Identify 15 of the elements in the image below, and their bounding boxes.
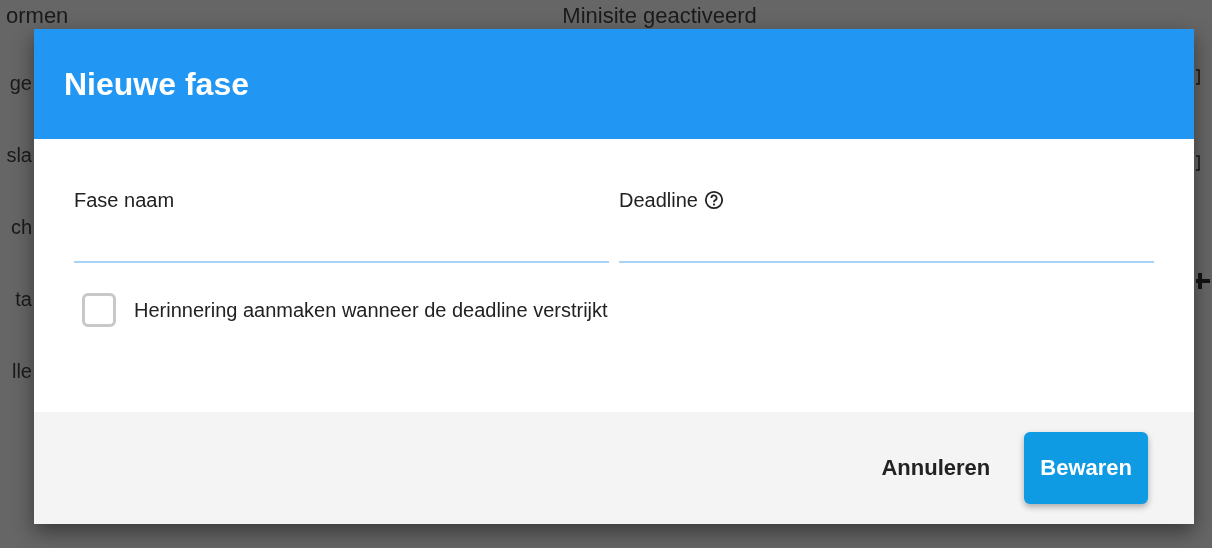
list-item-text: Minisite geactiveerd [562,3,757,29]
list-item-text: ta [15,287,33,311]
list-item-text: ormen [6,3,69,29]
field-label: Fase naam [74,188,175,212]
checkbox-label: Herinnering aanmaken wanneer de deadline verstrijkt [134,298,608,322]
plus-icon[interactable] [1196,272,1210,290]
dialog-title: Nieuwe fase [64,65,249,103]
list-item-text: sla [6,143,33,167]
list-item-text: lle [12,359,33,383]
list-item-text: ch [10,215,33,239]
cancel-button[interactable]: Annuleren [877,445,995,491]
help-icon[interactable] [703,190,724,210]
checkbox[interactable] [82,293,116,327]
list-item-text: ge [9,71,33,95]
field-label: Deadline [619,188,698,212]
